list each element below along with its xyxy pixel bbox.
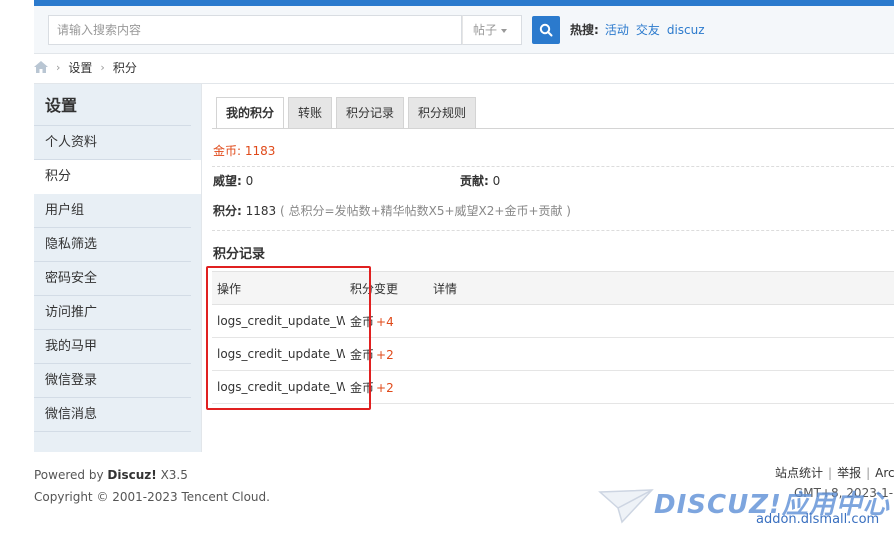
gold-value: 1183: [244, 144, 276, 158]
home-icon[interactable]: [34, 61, 48, 73]
search-type-select[interactable]: 帖子: [462, 15, 522, 45]
tab-credit-rules[interactable]: 积分规则: [408, 97, 477, 129]
search-icon: [539, 23, 553, 37]
prestige-value: 0: [245, 174, 254, 188]
footer-link-archiver[interactable]: Arc: [875, 466, 894, 480]
version: X3.5: [160, 468, 188, 482]
gold-label: 金币:: [213, 144, 242, 158]
total-formula: ( 总积分=发帖数+精华帖数X5+威望X2+金币+贡献 ): [280, 204, 571, 218]
contribution-credit: 贡献: 0: [460, 172, 500, 189]
total-value: 1183: [245, 204, 277, 218]
sidebar-item-wechat-message[interactable]: 微信消息: [34, 398, 191, 432]
contribution-value: 0: [492, 174, 501, 188]
brand-link[interactable]: Discuz!: [107, 468, 156, 482]
gold-credit: 金币: 1183: [213, 142, 275, 159]
prestige-credit: 威望: 0: [213, 172, 253, 189]
sidebar-item-sockpuppet[interactable]: 我的马甲: [34, 330, 191, 364]
powered-label: Powered by: [34, 468, 104, 482]
credit-log-title: 积分记录: [213, 247, 266, 262]
main-panel: 设置 个人资料 积分 用户组 隐私筛选 密码安全 访问推广 我的马甲 微信登录 …: [34, 83, 894, 452]
copyright: Copyright © 2001-2023 Tencent Cloud.: [34, 490, 270, 504]
hot-link-discuz[interactable]: discuz: [667, 23, 705, 37]
breadcrumb-separator: ›: [56, 60, 61, 74]
breadcrumb-credits[interactable]: 积分: [113, 59, 137, 76]
footer-link-stats[interactable]: 站点统计: [775, 466, 823, 480]
footer-links: 站点统计 | 举报 | Arc: [775, 464, 894, 481]
sidebar-item-privacy[interactable]: 隐私筛选: [34, 228, 191, 262]
powered-by: Powered by Discuz! X3.5: [34, 464, 270, 486]
sidebar-item-usergroup[interactable]: 用户组: [34, 194, 191, 228]
tab-credit-log[interactable]: 积分记录: [336, 97, 405, 129]
sidebar-item-promotion[interactable]: 访问推广: [34, 296, 191, 330]
total-label: 积分:: [213, 204, 242, 218]
tab-bar: 我的积分 转账 积分记录 积分规则: [216, 97, 480, 129]
divider: [212, 230, 894, 231]
contribution-label: 贡献:: [460, 174, 489, 188]
footer-separator: |: [866, 466, 871, 480]
sidebar-title: 设置: [34, 84, 191, 126]
sidebar-item-password[interactable]: 密码安全: [34, 262, 191, 296]
annotation-highlight-box: [206, 266, 371, 410]
divider: [212, 166, 894, 167]
watermark-sub: addon.dismall.com: [756, 512, 880, 527]
tab-divider: [212, 128, 894, 129]
breadcrumb: › 设置 › 积分: [34, 57, 137, 77]
row-delta: +2: [376, 380, 394, 395]
hot-link-friends[interactable]: 交友: [636, 23, 660, 37]
tab-my-credits[interactable]: 我的积分: [216, 97, 285, 129]
search-button[interactable]: [532, 16, 560, 44]
row-delta: +4: [376, 314, 394, 329]
footer-credits: Powered by Discuz! X3.5 Copyright © 2001…: [34, 464, 270, 508]
total-credit: 积分: 1183 ( 总积分=发帖数+精华帖数X5+威望X2+金币+贡献 ): [213, 202, 571, 219]
hot-search-label: 热搜:: [570, 23, 599, 37]
sidebar-item-credits[interactable]: 积分: [34, 160, 201, 194]
prestige-label: 威望:: [213, 174, 242, 188]
hot-link-activity[interactable]: 活动: [605, 23, 629, 37]
footer-link-report[interactable]: 举报: [837, 466, 861, 480]
chevron-down-icon: [501, 28, 508, 33]
sidebar: 设置 个人资料 积分 用户组 隐私筛选 密码安全 访问推广 我的马甲 微信登录 …: [34, 84, 202, 452]
row-delta: +2: [376, 347, 394, 362]
watermark: DISCUZ!应用中心 addon.dismall.com: [598, 484, 894, 532]
header: 请输入搜索内容 帖子 热搜: 活动 交友 discuz: [34, 6, 894, 54]
sidebar-item-wechat-login[interactable]: 微信登录: [34, 364, 191, 398]
search-input[interactable]: 请输入搜索内容: [48, 15, 462, 45]
paper-plane-icon: [598, 489, 654, 524]
header-detail: 详情: [433, 281, 458, 296]
breadcrumb-settings[interactable]: 设置: [68, 59, 92, 76]
search-type-label: 帖子: [473, 23, 498, 37]
breadcrumb-separator: ›: [100, 60, 105, 74]
footer-separator: |: [828, 466, 833, 480]
sidebar-item-profile[interactable]: 个人资料: [34, 126, 191, 160]
tab-transfer[interactable]: 转账: [288, 97, 333, 129]
hot-search: 热搜: 活动 交友 discuz: [570, 21, 712, 38]
